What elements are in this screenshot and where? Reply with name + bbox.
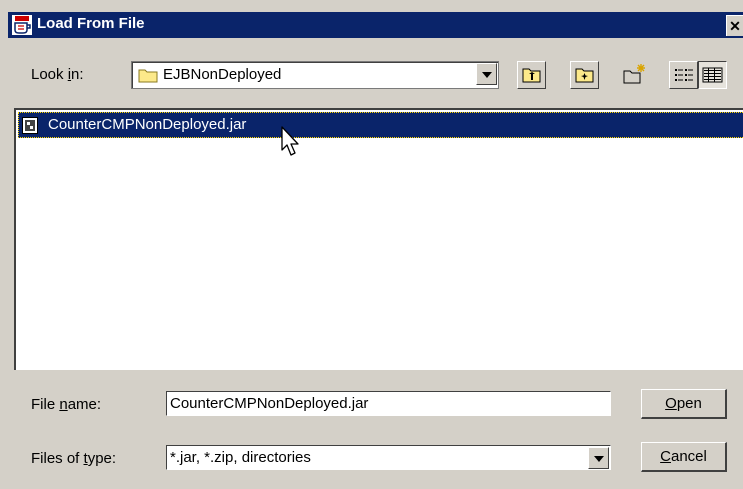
file-name-input[interactable]: CounterCMPNonDeployed.jar bbox=[166, 391, 611, 416]
cancel-button[interactable]: Cancel bbox=[641, 442, 727, 472]
look-in-label: Look in: bbox=[31, 66, 84, 83]
java-cup-icon bbox=[12, 15, 32, 35]
list-view-button[interactable] bbox=[669, 61, 698, 89]
title-bar[interactable]: Load From File ✕ bbox=[8, 12, 743, 38]
file-name-value: CounterCMPNonDeployed.jar bbox=[170, 395, 369, 412]
up-folder-icon bbox=[522, 68, 541, 83]
open-button[interactable]: Open bbox=[641, 389, 727, 419]
details-view-button[interactable] bbox=[698, 61, 727, 89]
home-folder-icon bbox=[575, 68, 594, 83]
file-list-item-name: CounterCMPNonDeployed.jar bbox=[48, 116, 247, 133]
dialog-title: Load From File bbox=[37, 15, 145, 32]
new-folder-icon bbox=[623, 64, 645, 84]
mouse-pointer-icon bbox=[281, 126, 299, 156]
file-list[interactable]: CounterCMPNonDeployed.jar bbox=[14, 108, 743, 370]
look-in-dropdown-arrow[interactable] bbox=[476, 63, 497, 85]
folder-icon bbox=[138, 69, 158, 83]
files-of-type-combo[interactable]: *.jar, *.zip, directories bbox=[166, 445, 611, 470]
files-of-type-value: *.jar, *.zip, directories bbox=[170, 449, 311, 466]
file-list-item[interactable]: CounterCMPNonDeployed.jar bbox=[18, 112, 743, 138]
list-view-icon bbox=[675, 69, 693, 81]
close-button[interactable]: ✕ bbox=[726, 15, 743, 36]
jar-file-icon bbox=[22, 117, 38, 134]
look-in-folder: EJBNonDeployed bbox=[163, 66, 282, 83]
file-name-label: File name: bbox=[31, 396, 102, 413]
files-of-type-label: Files of type: bbox=[31, 450, 117, 467]
files-of-type-dropdown-arrow[interactable] bbox=[588, 447, 609, 469]
close-icon: ✕ bbox=[729, 18, 741, 34]
home-button[interactable] bbox=[570, 61, 599, 89]
up-one-level-button[interactable] bbox=[517, 61, 546, 89]
look-in-combo[interactable]: EJBNonDeployed bbox=[131, 61, 499, 89]
create-new-folder-button[interactable] bbox=[620, 61, 649, 89]
details-view-icon bbox=[702, 67, 723, 83]
load-from-file-dialog: Load From File ✕ Look in: EJBNonDeployed bbox=[0, 0, 743, 489]
